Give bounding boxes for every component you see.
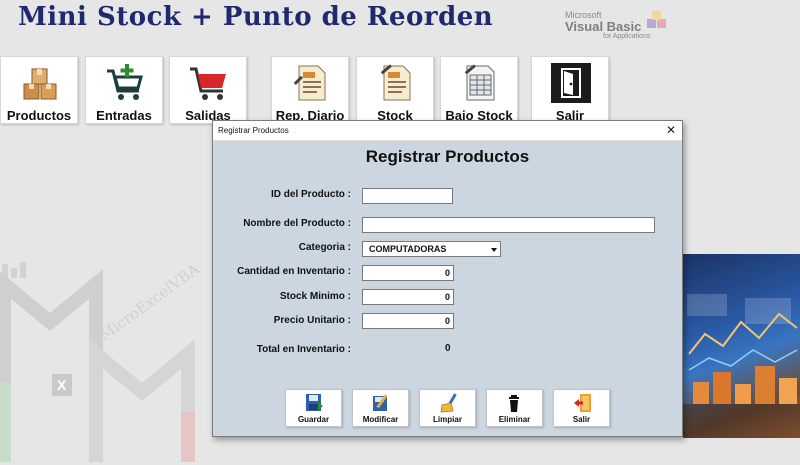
svg-text:X: X (57, 377, 67, 393)
exit-icon (574, 394, 591, 412)
cart-add-icon (107, 64, 143, 100)
dialog-titlebar[interactable]: Registrar Productos ✕ (213, 121, 682, 141)
vba-logo-line2: Visual Basic (565, 19, 642, 34)
stock-minimo-input[interactable]: 0 (362, 289, 454, 305)
bajo-stock-button[interactable]: Bajo Stock (440, 56, 518, 124)
limpiar-button[interactable]: Limpiar (419, 389, 476, 427)
vba-logo-line3: for Applications (603, 33, 651, 40)
vba-logo: Microsoft Visual Basic for Applications (565, 10, 675, 44)
eliminar-label: Eliminar (498, 415, 531, 424)
precio-unitario-label: Precio Unitario : (273, 315, 351, 326)
categoria-selected-value: COMPUTADORAS (369, 244, 447, 254)
dialog-window-title: Registrar Productos (218, 126, 289, 135)
id-producto-input[interactable] (362, 188, 453, 204)
boxes-icon (23, 68, 57, 100)
productos-label: Productos (6, 108, 72, 123)
cantidad-inventario-input[interactable]: 0 (362, 265, 454, 281)
salir-label: Salir (572, 415, 591, 424)
decorative-image (683, 254, 800, 438)
edit-icon (373, 394, 388, 411)
nombre-producto-label: Nombre del Producto : (243, 218, 351, 229)
stock-button[interactable]: Stock (356, 56, 434, 124)
cart-icon (190, 67, 226, 100)
chevron-down-icon[interactable] (489, 243, 499, 255)
modificar-button[interactable]: Modificar (352, 389, 409, 427)
modificar-label: Modificar (362, 415, 399, 424)
cantidad-inventario-label: Cantidad en Inventario : (237, 266, 351, 277)
limpiar-label: Limpiar (433, 415, 462, 424)
vba-cubes-icon (647, 11, 666, 28)
app-title: Mini Stock + Punto de Reorden (18, 2, 494, 32)
broom-icon (440, 393, 457, 413)
nombre-producto-input[interactable] (362, 217, 655, 233)
exit-door-icon (551, 63, 591, 103)
dialog-heading: Registrar Productos (365, 147, 530, 166)
trash-icon (509, 395, 519, 412)
spreadsheet-icon (464, 64, 495, 101)
total-inventario-label: Total en Inventario : (256, 344, 351, 355)
guardar-label: Guardar (297, 415, 330, 424)
warehouse-chart-illustration-icon (683, 294, 800, 438)
report-icon (293, 65, 326, 101)
precio-unitario-input[interactable]: 0 (362, 313, 454, 329)
salidas-button[interactable]: Salidas (169, 56, 247, 124)
rep-diario-button[interactable]: Rep. Diario (271, 56, 349, 124)
eliminar-button[interactable]: Eliminar (486, 389, 543, 427)
stock-minimo-label: Stock Minimo : (279, 291, 351, 302)
salir-button[interactable]: Salir (553, 389, 610, 427)
guardar-button[interactable]: Guardar (285, 389, 342, 427)
dialog-close-button[interactable]: ✕ (663, 122, 679, 139)
entradas-button[interactable]: Entradas (85, 56, 163, 124)
categoria-select[interactable]: COMPUTADORAS (362, 241, 501, 257)
categoria-label: Categoria : (298, 242, 351, 253)
productos-button[interactable]: Productos (0, 56, 78, 124)
save-icon (306, 394, 323, 411)
registrar-productos-dialog: Registrar Productos ✕ Registrar Producto… (212, 120, 683, 437)
salir-toolbar-button[interactable]: Salir (531, 56, 609, 124)
total-inventario-value: 0 (445, 343, 451, 354)
id-producto-label: ID del Producto : (271, 189, 351, 200)
entradas-label: Entradas (96, 108, 152, 123)
document-icon (380, 64, 411, 101)
